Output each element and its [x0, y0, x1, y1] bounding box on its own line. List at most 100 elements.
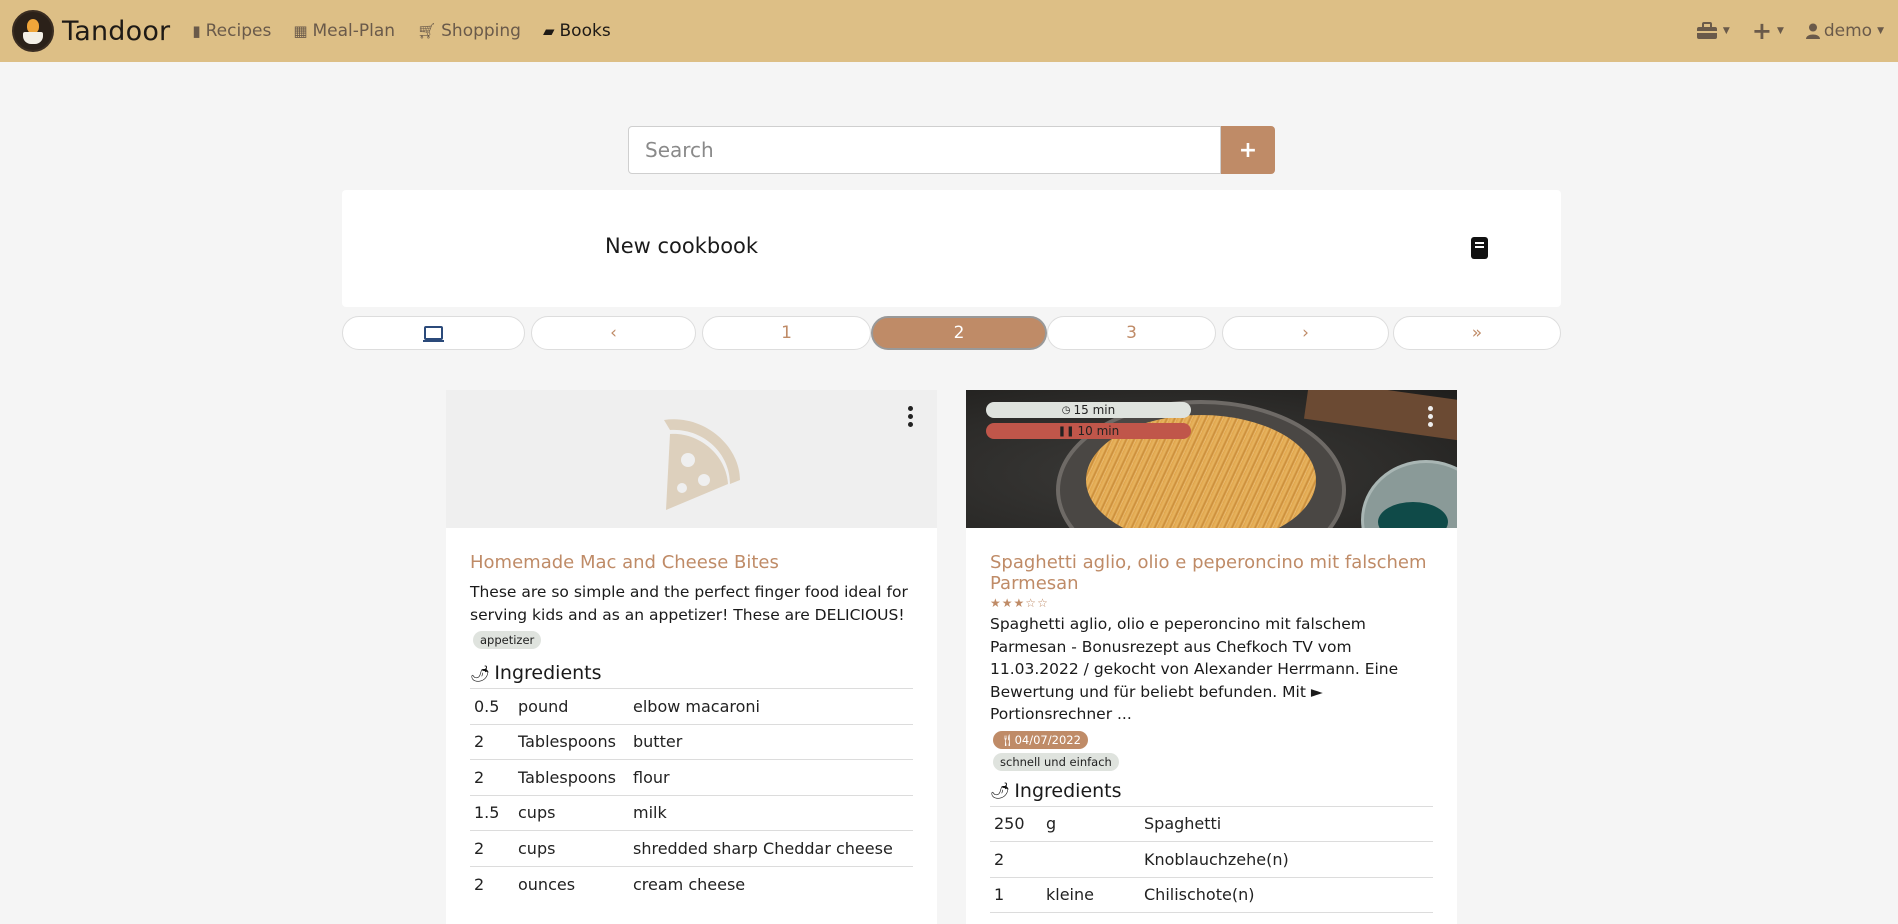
brand[interactable]: Tandoor — [12, 10, 170, 52]
chevron-down-icon: ▼ — [1722, 26, 1730, 36]
star-filled-icon: ★ — [1013, 596, 1026, 610]
recipe-image-placeholder — [446, 390, 937, 528]
recipe-title[interactable]: Spaghetti aglio, olio e peperoncino mit … — [990, 552, 1433, 594]
toolbox-icon — [1696, 22, 1717, 39]
ingredients-table: 0.5 pound elbow macaroni 2 Tablespoons butte… — [470, 688, 913, 902]
book-card[interactable]: New cookbook — [342, 190, 1561, 307]
pause-icon: ❚❚ — [1057, 425, 1075, 437]
working-time-badge: ◷ 15 min — [986, 402, 1191, 418]
table-row: 2 cups shredded sharp Cheddar cheese — [470, 830, 913, 866]
ingredient-unit: Zweig/e — [1042, 912, 1140, 924]
table-row: 250 g Spaghetti — [990, 805, 1433, 842]
add-dropdown[interactable]: + ▼ — [1752, 17, 1784, 45]
ingredient-food: Spaghetti — [1140, 805, 1433, 842]
nav-books[interactable]: ▰ Books — [543, 21, 611, 41]
ingredient-food: flour — [629, 759, 913, 795]
calendar-icon: ▦ — [293, 22, 308, 40]
working-time: 15 min — [1073, 403, 1116, 417]
ingredient-unit: g — [1042, 805, 1140, 842]
ingredient-amount: 250 — [990, 805, 1042, 842]
book-icon[interactable] — [1471, 237, 1488, 259]
ingredient-unit: pound — [514, 688, 629, 724]
recipe-image: ◷ 15 min ❚❚ 10 min — [966, 390, 1457, 528]
next-page-button[interactable]: › — [1222, 316, 1389, 350]
nav-books-label: Books — [559, 21, 611, 41]
rating-stars: ★★★☆☆ — [990, 597, 1433, 609]
toolbox-dropdown[interactable]: ▼ — [1696, 22, 1730, 40]
ingredient-food: Chilischote(n) — [1140, 876, 1433, 913]
book-title: New cookbook — [605, 234, 759, 258]
create-book-button[interactable]: + — [1221, 126, 1275, 174]
user-dropdown[interactable]: demo ▼ — [1805, 21, 1884, 41]
navbar: Tandoor ▮ Recipes ▦ Meal-Plan 🛒︎ Shopping ▰… — [0, 0, 1898, 62]
clock-icon: ◷ — [1061, 404, 1071, 416]
last-page-button[interactable]: » — [1393, 316, 1561, 350]
ingredient-unit: Tablespoons — [514, 759, 629, 795]
brand-name: Tandoor — [62, 15, 171, 47]
recipe-card[interactable]: Homemade Mac and Cheese Bites These are … — [446, 390, 937, 924]
page-2-button[interactable]: 2 — [871, 316, 1047, 350]
search-input[interactable] — [628, 126, 1221, 174]
table-row: 2 ounces cream cheese — [470, 865, 913, 902]
table-row: 0.5 pound elbow macaroni — [470, 688, 913, 724]
ingredient-food: elbow macaroni — [629, 688, 913, 724]
ingredient-unit: cups — [514, 830, 629, 866]
toc-button[interactable] — [342, 316, 525, 350]
ingredient-amount: 1.5 — [470, 794, 514, 831]
ingredient-amount: 2 — [470, 865, 514, 902]
keyword-chip[interactable]: appetizer — [473, 631, 542, 649]
ingredient-amount: 10 — [990, 912, 1042, 924]
keyword-chip[interactable]: schnell und einfach — [993, 752, 1119, 771]
pizza-icon — [664, 419, 740, 510]
recipe-menu-icon[interactable] — [1427, 406, 1433, 430]
search-bar: + — [628, 126, 1275, 174]
ingredient-amount: 2 — [470, 723, 514, 760]
pepper-icon: 🌶︎ — [470, 663, 491, 683]
chevron-down-icon: ▼ — [1877, 26, 1884, 36]
ingredient-unit: kleine — [1042, 876, 1140, 913]
nav-shopping[interactable]: 🛒︎ Shopping — [417, 21, 521, 41]
ingredient-unit — [1042, 841, 1140, 877]
page-1-button[interactable]: 1 — [702, 316, 871, 350]
chevron-down-icon: ▼ — [1776, 26, 1784, 36]
star-empty-icon: ☆ — [1037, 596, 1049, 610]
nav-meal-plan[interactable]: ▦ Meal-Plan — [293, 21, 395, 41]
user-name: demo — [1823, 21, 1873, 41]
ingredients-table: 250 g Spaghetti 2 Knoblauchzehe(n) 1 kleine C… — [990, 805, 1433, 924]
pepper-icon: 🌶︎ — [990, 781, 1011, 800]
recipe-title[interactable]: Homemade Mac and Cheese Bites — [470, 552, 913, 573]
page-3-button[interactable]: 3 — [1047, 316, 1216, 350]
tandoor-logo-icon — [12, 10, 54, 52]
ingredient-food: Thymian — [1140, 912, 1433, 924]
star-filled-icon: ★ — [990, 596, 1002, 610]
ingredient-food: cream cheese — [629, 865, 913, 902]
table-row: 2 Knoblauchzehe(n) — [990, 841, 1433, 877]
books-icon: ▰ — [542, 22, 555, 40]
ingredient-amount: 2 — [470, 830, 514, 866]
user-icon — [1805, 23, 1820, 39]
nav-recipes[interactable]: ▮ Recipes — [192, 21, 271, 41]
ingredient-unit: cups — [514, 794, 629, 831]
table-row: 10Zweig/eThymian — [990, 912, 1433, 924]
last-cooked-badge: 🍴︎04/07/2022 — [993, 730, 1088, 749]
recipe-menu-icon[interactable] — [907, 406, 913, 430]
nav-right: ▼ + ▼ demo ▼ — [1674, 0, 1884, 62]
recipe-card[interactable]: ◷ 15 min ❚❚ 10 min Spaghetti aglio, olio e… — [966, 390, 1457, 924]
ingredients-heading: 🌶︎ Ingredients — [470, 662, 913, 684]
recipe-description: Spaghetti aglio, olio e peperoncino mit … — [990, 615, 1399, 723]
prev-page-button[interactable]: ‹ — [531, 316, 696, 350]
table-row: 1 kleine Chilischote(n) — [990, 876, 1433, 913]
plus-icon: + — [1751, 17, 1772, 45]
ingredient-amount: 0.5 — [470, 688, 514, 724]
nav-meal-plan-label: Meal-Plan — [312, 21, 396, 41]
book-open-icon — [423, 326, 444, 342]
ingredient-unit: Tablespoons — [514, 723, 629, 760]
table-row: 2 Tablespoons butter — [470, 723, 913, 760]
nav-links: ▮ Recipes ▦ Meal-Plan 🛒︎ Shopping ▰ Books — [192, 21, 632, 41]
cart-icon: 🛒︎ — [417, 22, 437, 40]
ingredients-heading: 🌶︎ Ingredients — [990, 780, 1433, 802]
ingredient-food: Knoblauchzehe(n) — [1140, 841, 1433, 877]
waiting-time: 10 min — [1077, 424, 1120, 438]
ingredient-food: butter — [629, 723, 913, 760]
nav-shopping-label: Shopping — [441, 21, 521, 41]
